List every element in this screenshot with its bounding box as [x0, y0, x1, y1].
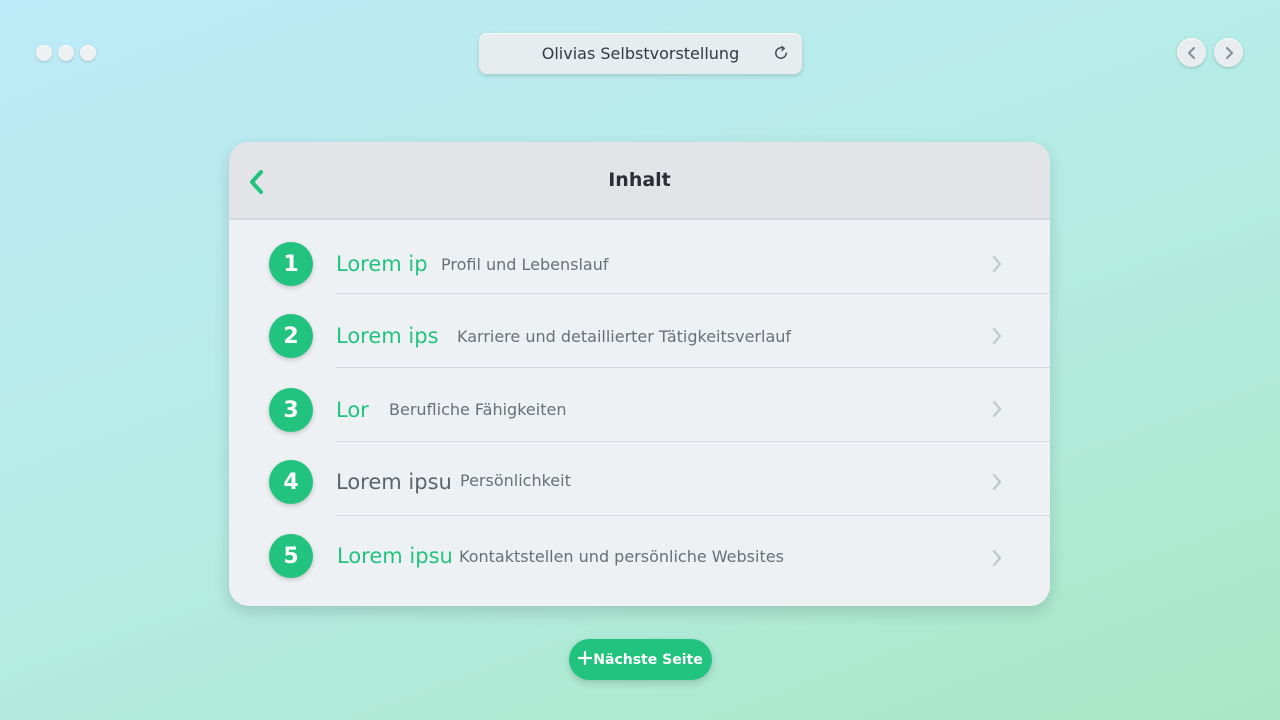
forward-button[interactable] [1214, 38, 1243, 67]
item-title: Lor [336, 398, 369, 422]
chevron-left-icon [1187, 46, 1195, 59]
row-divider [336, 514, 1050, 516]
item-description: Persönlichkeit [460, 471, 571, 490]
card-header: Inhalt [229, 142, 1050, 220]
window-dot-maximize[interactable] [80, 45, 96, 61]
window-controls [36, 45, 96, 61]
number-badge: 3 [269, 388, 313, 432]
item-title: Lorem ipsu [337, 544, 453, 568]
item-title: Lorem ips [336, 324, 439, 348]
chevron-right-icon [992, 327, 1002, 345]
refresh-icon[interactable] [772, 44, 790, 62]
next-page-button[interactable]: Nächste Seite [569, 639, 712, 680]
window-title: Olivias Selbstvorstellung [541, 44, 740, 63]
list-item-3[interactable]: 3 Lor Berufliche Fähigkeiten [229, 368, 1050, 442]
chevron-right-icon [992, 549, 1002, 567]
address-bar[interactable]: Olivias Selbstvorstellung [479, 33, 802, 74]
next-page-label: Nächste Seite [593, 651, 703, 668]
chevron-right-icon [992, 255, 1002, 273]
chevron-right-icon [992, 473, 1002, 491]
item-description: Berufliche Fähigkeiten [389, 400, 567, 419]
contents-card: Inhalt 1 Lorem ip Profil und Lebenslauf … [229, 142, 1050, 606]
chevron-right-icon [992, 400, 1002, 418]
item-description: Kontaktstellen und persönliche Websites [459, 547, 784, 566]
browser-nav [1177, 38, 1243, 67]
number-badge: 1 [269, 242, 313, 286]
list-item-1[interactable]: 1 Lorem ip Profil und Lebenslauf [229, 220, 1050, 294]
window-dot-minimize[interactable] [58, 45, 74, 61]
item-description: Profil und Lebenslauf [441, 255, 609, 274]
chevron-right-icon [1225, 46, 1233, 59]
item-title: Lorem ipsu [336, 470, 452, 494]
list-item-2[interactable]: 2 Lorem ips Karriere und detaillierter T… [229, 294, 1050, 368]
item-description: Karriere und detaillierter Tätigkeitsver… [457, 327, 792, 346]
card-title: Inhalt [608, 169, 671, 191]
back-button[interactable] [1177, 38, 1206, 67]
number-badge: 2 [269, 314, 313, 358]
number-badge: 5 [269, 534, 313, 578]
chevron-left-icon[interactable] [247, 169, 267, 195]
list-item-5[interactable]: 5 Lorem ipsu Kontaktstellen und persönli… [229, 518, 1050, 606]
plus-icon [578, 650, 593, 665]
number-badge: 4 [269, 460, 313, 504]
list-item-4[interactable]: 4 Lorem ipsu Persönlichkeit [229, 442, 1050, 516]
item-title: Lorem ip [336, 252, 428, 276]
window-dot-close[interactable] [36, 45, 52, 61]
